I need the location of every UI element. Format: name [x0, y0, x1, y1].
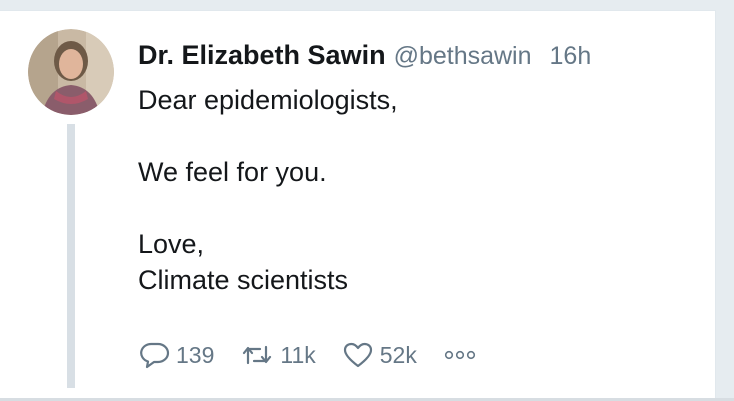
avatar-image: [28, 29, 114, 115]
tweet-header: Dr. Elizabeth Sawin @bethsawin 16h: [138, 38, 591, 77]
avatar[interactable]: [28, 29, 114, 115]
retweet-icon: [243, 345, 272, 365]
like-count: 52k: [379, 341, 417, 368]
tweet-line: We feel for you.: [138, 157, 327, 187]
reply-button[interactable]: 139: [140, 341, 214, 369]
reply-icon: [140, 342, 170, 369]
heart-icon: [343, 342, 372, 368]
more-icon: [444, 350, 475, 360]
tweet-text: Dear epidemiologists, We feel for you. L…: [138, 82, 398, 298]
tweet-line: [138, 118, 398, 154]
tweet-line: Dear epidemiologists,: [138, 85, 398, 115]
retweet-count: 11k: [280, 341, 316, 368]
tweet-actions: 139 11k 52k: [140, 337, 503, 373]
tweet-line: Climate scientists: [138, 265, 349, 295]
timestamp[interactable]: 16h: [550, 42, 592, 70]
reply-count: 139: [176, 341, 215, 368]
author-name[interactable]: Dr. Elizabeth Sawin: [138, 40, 386, 70]
retweet-button[interactable]: 11k: [240, 341, 316, 369]
thread-line: [67, 124, 75, 388]
more-button[interactable]: [443, 349, 477, 361]
tweet-line: Love,: [138, 229, 205, 259]
author-handle[interactable]: @bethsawin: [394, 42, 532, 70]
like-button[interactable]: 52k: [342, 341, 417, 369]
tweet-line: [138, 190, 398, 226]
